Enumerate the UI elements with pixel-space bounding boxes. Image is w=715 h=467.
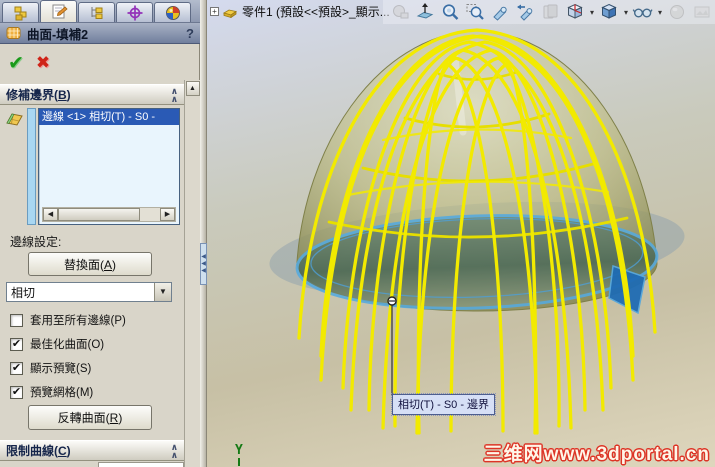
surface-fill-icon <box>6 27 21 39</box>
chevron-down-icon[interactable]: ▾ <box>658 8 662 17</box>
design-tree-icon <box>14 6 26 20</box>
dimxpert-tab[interactable] <box>116 2 153 22</box>
splitter-collapse-handle[interactable]: ◀ ◀ ◀ <box>200 243 207 285</box>
collapse-chevron-icon[interactable]: ∧ ∧ <box>171 442 178 459</box>
chevron-down-icon[interactable]: ▼ <box>154 283 171 301</box>
panel-vertical-scrollbar[interactable]: ▲ <box>184 80 200 467</box>
collapse-chevron-icon[interactable]: ∧ ∧ <box>171 86 178 103</box>
dropdown-value: 相切 <box>11 285 36 300</box>
scroll-right-icon[interactable]: ▶ <box>160 208 175 221</box>
display-sphere-icon <box>165 5 180 20</box>
confirm-row: ✔ ✖ <box>0 46 184 80</box>
checkbox-apply-all-edges[interactable]: 套用至所有邊線(P) <box>10 312 180 328</box>
hide-show-items-icon[interactable] <box>632 1 654 23</box>
tree-item-label[interactable]: 零件1 (預設<<預設>_顯示... <box>242 3 390 20</box>
help-icon[interactable]: ? <box>186 26 194 41</box>
chevron-down-icon[interactable]: ▾ <box>624 8 628 17</box>
selection-color-strip <box>27 108 36 225</box>
zoom-fit-icon[interactable] <box>439 1 461 23</box>
list-item-selected[interactable]: 邊線 <1> 相切(T) - S0 - <box>39 109 179 125</box>
edge-settings-label: 邊線設定: <box>10 235 62 249</box>
constraint-curves-list-partial <box>98 462 184 467</box>
boundary-edge-list[interactable]: 邊線 <1> 相切(T) - S0 - ◀ ▶ <box>38 108 180 225</box>
display-style-icon[interactable] <box>598 1 620 23</box>
tangency-callout[interactable]: 相切(T) - S0 - 邊界 <box>390 393 497 416</box>
configurationmanager-tab[interactable] <box>78 2 115 22</box>
list-horizontal-scrollbar[interactable]: ◀ ▶ <box>42 207 176 222</box>
alternate-face-button[interactable]: 替換面(A) <box>28 252 152 276</box>
tree-expand-icon[interactable]: + <box>210 7 219 16</box>
scroll-left-icon[interactable]: ◀ <box>43 208 58 221</box>
panel-splitter[interactable]: ◀ ◀ ◀ <box>200 0 207 467</box>
watermark-text: 三维网www.3dportal.cn <box>483 444 710 465</box>
property-form-icon <box>52 4 68 18</box>
curvature-control-dropdown[interactable]: 相切 ▼ <box>6 282 172 302</box>
cancel-button[interactable]: ✖ <box>36 53 50 73</box>
origin-triad: Y <box>235 443 243 466</box>
part-icon <box>223 9 237 18</box>
reverse-surface-button[interactable]: 反轉曲面(R) <box>28 405 152 430</box>
scroll-up-icon[interactable]: ▲ <box>185 81 200 96</box>
featuremanager-tab[interactable] <box>2 2 39 22</box>
configuration-tree-icon <box>91 6 102 19</box>
ok-button[interactable]: ✔ <box>8 52 24 75</box>
graphics-viewport[interactable]: + 零件1 (預設<<預設>_顯示... ▾ ▾ ▾ 相切(T) - S0 - … <box>207 0 715 467</box>
checkbox-optimize-surface[interactable]: ✔ 最佳化曲面(O) <box>10 336 180 352</box>
feature-tree-overlay[interactable]: + 零件1 (預設<<預設>_顯示... <box>210 3 390 20</box>
propertymanager-tab[interactable] <box>40 0 77 22</box>
constraint-curves-group-header[interactable]: 限制曲線(C) ∧ ∧ <box>0 440 184 461</box>
patch-boundary-group-header[interactable]: 修補邊界(B) ∧ ∧ <box>0 84 184 105</box>
displaymanager-tab[interactable] <box>154 2 191 22</box>
section-view-icon[interactable] <box>539 1 561 23</box>
view-orientation-icon[interactable] <box>564 1 586 23</box>
solidworks-window: 曲面-填補2 ? ✔ ✖ 修補邊界(B) ∧ ∧ 邊線 <1> 相切(T) - S… <box>0 0 715 467</box>
dimxpert-target-icon <box>127 5 142 20</box>
previous-view-icon[interactable] <box>514 1 536 23</box>
checkbox-show-preview[interactable]: ✔ 顯示預覽(S) <box>10 360 180 376</box>
boundary-edges-icon <box>6 113 23 126</box>
triad-y-axis <box>237 458 240 466</box>
property-manager-panel: 曲面-填補2 ? ✔ ✖ 修補邊界(B) ∧ ∧ 邊線 <1> 相切(T) - S… <box>0 0 200 467</box>
panel-title-bar: 曲面-填補2 ? <box>0 23 200 44</box>
scrollbar-thumb[interactable] <box>58 208 140 221</box>
view-plane-icon[interactable] <box>414 1 436 23</box>
heads-up-toolbar: ▾ ▾ ▾ <box>382 0 715 24</box>
panel-title: 曲面-填補2 <box>27 27 89 42</box>
edit-appearance-icon[interactable] <box>666 1 688 23</box>
vertex-marker[interactable] <box>387 296 397 306</box>
apply-scene-icon[interactable] <box>691 1 713 23</box>
zoom-area-icon[interactable] <box>464 1 486 23</box>
triad-y-label: Y <box>235 443 243 458</box>
checkbox-preview-mesh[interactable]: ✔ 預覽網格(M) <box>10 384 180 400</box>
measure-icon[interactable] <box>389 1 411 23</box>
rotate-view-icon[interactable] <box>489 1 511 23</box>
chevron-down-icon[interactable]: ▾ <box>590 8 594 17</box>
manager-tab-bar <box>0 0 200 23</box>
